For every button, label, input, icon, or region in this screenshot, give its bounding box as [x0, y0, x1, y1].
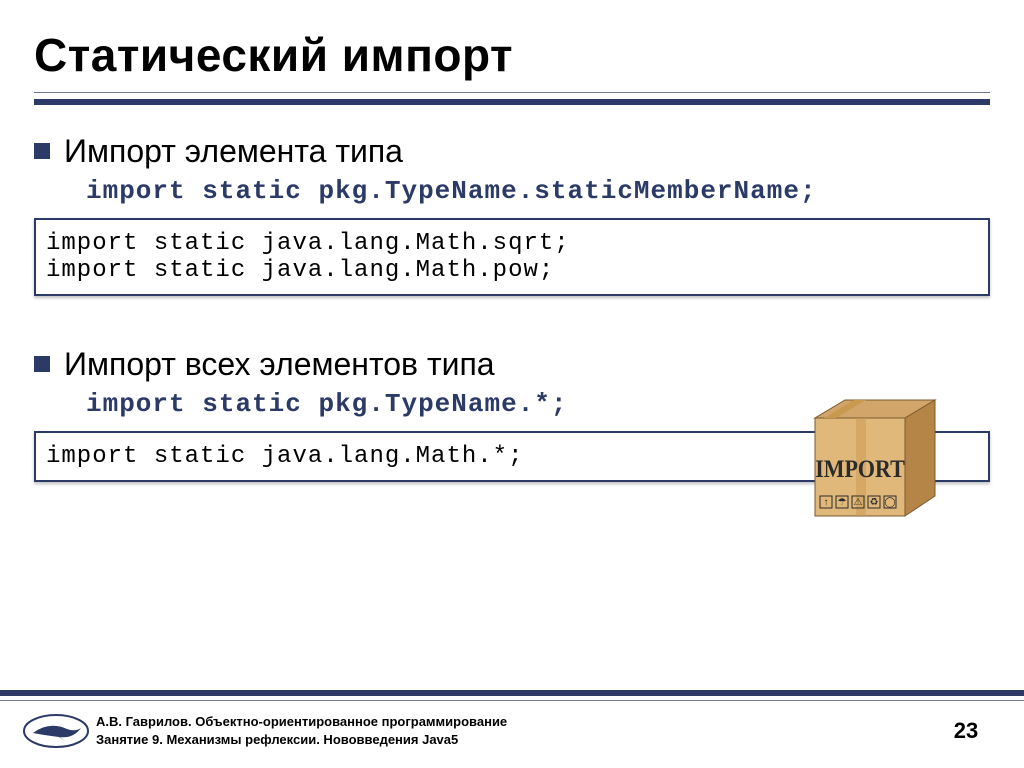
- keyword-import: import: [86, 176, 186, 206]
- bullet-1: Импорт элемента типа import static pkg.T…: [34, 133, 990, 206]
- footer-rule-thick: [0, 690, 1024, 696]
- box-label-text: IMPORT: [815, 456, 905, 484]
- keyword-import: import: [86, 389, 186, 419]
- bird-logo-icon: [21, 711, 91, 751]
- footer: А.В. Гаврилов. Объектно-ориентированное …: [0, 690, 1024, 768]
- bullet-text: Импорт элемента типа: [64, 133, 403, 170]
- footer-line-1: А.В. Гаврилов. Объектно-ориентированное …: [96, 713, 936, 731]
- bullet-text: Импорт всех элементов типа: [64, 346, 495, 383]
- slide-title: Статический импорт: [34, 28, 990, 82]
- code-box-1: import static java.lang.Math.sqrt; impor…: [34, 218, 990, 296]
- cardboard-box-icon: IMPORT ↑ ☂ ⚠ ♻ ◯: [790, 368, 980, 528]
- footer-line-2: Занятие 9. Механизмы рефлексии. Нововвед…: [96, 731, 936, 749]
- svg-text:♻: ♻: [870, 497, 879, 508]
- keyword-static: static: [202, 176, 302, 206]
- bullet-row: Импорт элемента типа: [34, 133, 990, 170]
- bullet-square-icon: [34, 356, 50, 372]
- footer-text: А.В. Гаврилов. Объектно-ориентированное …: [96, 713, 936, 748]
- footer-logo: [16, 711, 96, 751]
- svg-text:↑: ↑: [824, 497, 829, 508]
- content-area: Статический импорт Импорт элемента типа …: [0, 0, 1024, 768]
- title-rule-thin: [34, 92, 990, 93]
- keyword-static: static: [202, 389, 302, 419]
- import-box-image: IMPORT ↑ ☂ ⚠ ♻ ◯: [790, 368, 980, 528]
- svg-text:◯: ◯: [884, 497, 895, 508]
- bullet-square-icon: [34, 143, 50, 159]
- page-number: 23: [936, 718, 996, 744]
- bullet-1-code: import static pkg.TypeName.staticMemberN…: [86, 176, 990, 206]
- code-line: import static java.lang.Math.pow;: [46, 257, 978, 284]
- code-rest: pkg.TypeName.*;: [318, 389, 567, 419]
- footer-inner: А.В. Гаврилов. Объектно-ориентированное …: [0, 701, 1024, 761]
- svg-text:⚠: ⚠: [854, 497, 863, 508]
- code-rest: pkg.TypeName.staticMemberName;: [318, 176, 816, 206]
- code-line: import static java.lang.Math.sqrt;: [46, 230, 978, 257]
- svg-text:☂: ☂: [838, 497, 847, 508]
- slide: Статический импорт Импорт элемента типа …: [0, 0, 1024, 768]
- title-rule-thick: [34, 99, 990, 105]
